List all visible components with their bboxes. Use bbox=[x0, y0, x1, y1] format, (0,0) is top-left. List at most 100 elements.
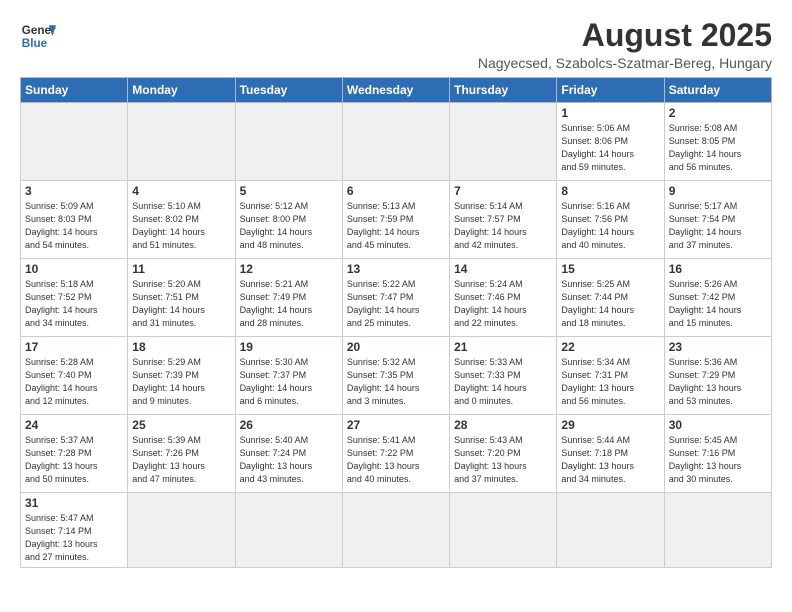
day-header-wednesday: Wednesday bbox=[342, 78, 449, 103]
calendar-cell: 29Sunrise: 5:44 AM Sunset: 7:18 PM Dayli… bbox=[557, 415, 664, 493]
day-info: Sunrise: 5:45 AM Sunset: 7:16 PM Dayligh… bbox=[669, 434, 767, 486]
day-number: 24 bbox=[25, 418, 123, 432]
calendar-cell: 27 Sunrise: 5:41 AM Sunset: 7:22 PM Dayli… bbox=[342, 415, 449, 493]
day-info: Sunrise: 5:37 AM Sunset: 7:28 PM Dayligh… bbox=[25, 434, 123, 486]
calendar-cell bbox=[342, 493, 449, 568]
week-row-1: 1 Sunrise: 5:06 AM Sunset: 8:06 PM Daylig… bbox=[21, 103, 772, 181]
day-info: Sunrise: 5:13 AM Sunset: 7:59 PM Dayligh… bbox=[347, 200, 445, 252]
day-info: Sunrise: 5:09 AM Sunset: 8:03 PM Dayligh… bbox=[25, 200, 123, 252]
day-number: 1 bbox=[561, 106, 659, 120]
day-header-tuesday: Tuesday bbox=[235, 78, 342, 103]
calendar-cell: 19Sunrise: 5:30 AM Sunset: 7:37 PM Dayli… bbox=[235, 337, 342, 415]
calendar-cell: 30Sunrise: 5:45 AM Sunset: 7:16 PM Dayli… bbox=[664, 415, 771, 493]
day-number: 31 bbox=[25, 496, 123, 510]
day-info: Sunrise: 5:12 AM Sunset: 8:00 PM Dayligh… bbox=[240, 200, 338, 252]
day-number: 6 bbox=[347, 184, 445, 198]
week-row-4: 17 Sunrise: 5:28 AM Sunset: 7:40 PM Dayli… bbox=[21, 337, 772, 415]
calendar-cell: 28Sunrise: 5:43 AM Sunset: 7:20 PM Dayli… bbox=[450, 415, 557, 493]
calendar-cell: 15 Sunrise: 5:25 AM Sunset: 7:44 PM Dayli… bbox=[557, 259, 664, 337]
day-number: 4 bbox=[132, 184, 230, 198]
logo-icon: General Blue bbox=[20, 18, 56, 54]
calendar-cell bbox=[235, 493, 342, 568]
calendar-cell: 21Sunrise: 5:33 AM Sunset: 7:33 PM Dayli… bbox=[450, 337, 557, 415]
calendar-cell bbox=[21, 103, 128, 181]
calendar-cell: 2Sunrise: 5:08 AM Sunset: 8:05 PM Daylig… bbox=[664, 103, 771, 181]
day-header-monday: Monday bbox=[128, 78, 235, 103]
calendar-cell bbox=[342, 103, 449, 181]
day-info: Sunrise: 5:29 AM Sunset: 7:39 PM Dayligh… bbox=[132, 356, 230, 408]
calendar-table: SundayMondayTuesdayWednesdayThursdayFrid… bbox=[20, 77, 772, 568]
calendar-cell: 4 Sunrise: 5:10 AM Sunset: 8:02 PM Daylig… bbox=[128, 181, 235, 259]
calendar-cell: 31 Sunrise: 5:47 AM Sunset: 7:14 PM Dayli… bbox=[21, 493, 128, 568]
calendar-cell: 8Sunrise: 5:16 AM Sunset: 7:56 PM Daylig… bbox=[557, 181, 664, 259]
calendar-cell: 25Sunrise: 5:39 AM Sunset: 7:26 PM Dayli… bbox=[128, 415, 235, 493]
day-info: Sunrise: 5:18 AM Sunset: 7:52 PM Dayligh… bbox=[25, 278, 123, 330]
day-info: Sunrise: 5:39 AM Sunset: 7:26 PM Dayligh… bbox=[132, 434, 230, 486]
calendar-cell: 11Sunrise: 5:20 AM Sunset: 7:51 PM Dayli… bbox=[128, 259, 235, 337]
day-number: 18 bbox=[132, 340, 230, 354]
day-info: Sunrise: 5:10 AM Sunset: 8:02 PM Dayligh… bbox=[132, 200, 230, 252]
day-info: Sunrise: 5:34 AM Sunset: 7:31 PM Dayligh… bbox=[561, 356, 659, 408]
calendar-subtitle: Nagyecsed, Szabolcs-Szatmar-Bereg, Hunga… bbox=[478, 55, 772, 71]
calendar-cell bbox=[128, 493, 235, 568]
day-number: 23 bbox=[669, 340, 767, 354]
calendar-cell bbox=[128, 103, 235, 181]
day-info: Sunrise: 5:17 AM Sunset: 7:54 PM Dayligh… bbox=[669, 200, 767, 252]
calendar-cell: 17 Sunrise: 5:28 AM Sunset: 7:40 PM Dayli… bbox=[21, 337, 128, 415]
week-row-3: 10 Sunrise: 5:18 AM Sunset: 7:52 PM Dayli… bbox=[21, 259, 772, 337]
calendar-cell: 6 Sunrise: 5:13 AM Sunset: 7:59 PM Daylig… bbox=[342, 181, 449, 259]
day-info: Sunrise: 5:25 AM Sunset: 7:44 PM Dayligh… bbox=[561, 278, 659, 330]
day-number: 26 bbox=[240, 418, 338, 432]
calendar-cell: 10 Sunrise: 5:18 AM Sunset: 7:52 PM Dayli… bbox=[21, 259, 128, 337]
calendar-cell bbox=[664, 493, 771, 568]
calendar-cell bbox=[450, 103, 557, 181]
calendar-page: General Blue August 2025 Nagyecsed, Szab… bbox=[0, 0, 792, 578]
calendar-cell: 5Sunrise: 5:12 AM Sunset: 8:00 PM Daylig… bbox=[235, 181, 342, 259]
days-header-row: SundayMondayTuesdayWednesdayThursdayFrid… bbox=[21, 78, 772, 103]
day-info: Sunrise: 5:28 AM Sunset: 7:40 PM Dayligh… bbox=[25, 356, 123, 408]
svg-text:Blue: Blue bbox=[22, 37, 48, 50]
title-block: August 2025 Nagyecsed, Szabolcs-Szatmar-… bbox=[478, 18, 772, 71]
day-info: Sunrise: 5:33 AM Sunset: 7:33 PM Dayligh… bbox=[454, 356, 552, 408]
day-info: Sunrise: 5:20 AM Sunset: 7:51 PM Dayligh… bbox=[132, 278, 230, 330]
day-number: 9 bbox=[669, 184, 767, 198]
day-info: Sunrise: 5:43 AM Sunset: 7:20 PM Dayligh… bbox=[454, 434, 552, 486]
day-info: Sunrise: 5:22 AM Sunset: 7:47 PM Dayligh… bbox=[347, 278, 445, 330]
calendar-cell: 23 Sunrise: 5:36 AM Sunset: 7:29 PM Dayli… bbox=[664, 337, 771, 415]
day-number: 14 bbox=[454, 262, 552, 276]
day-info: Sunrise: 5:26 AM Sunset: 7:42 PM Dayligh… bbox=[669, 278, 767, 330]
day-number: 22 bbox=[561, 340, 659, 354]
day-number: 13 bbox=[347, 262, 445, 276]
calendar-cell bbox=[557, 493, 664, 568]
day-header-friday: Friday bbox=[557, 78, 664, 103]
day-number: 12 bbox=[240, 262, 338, 276]
calendar-cell: 22 Sunrise: 5:34 AM Sunset: 7:31 PM Dayli… bbox=[557, 337, 664, 415]
day-number: 2 bbox=[669, 106, 767, 120]
day-info: Sunrise: 5:41 AM Sunset: 7:22 PM Dayligh… bbox=[347, 434, 445, 486]
day-info: Sunrise: 5:32 AM Sunset: 7:35 PM Dayligh… bbox=[347, 356, 445, 408]
day-number: 10 bbox=[25, 262, 123, 276]
day-number: 17 bbox=[25, 340, 123, 354]
calendar-cell: 18 Sunrise: 5:29 AM Sunset: 7:39 PM Dayli… bbox=[128, 337, 235, 415]
calendar-cell: 13 Sunrise: 5:22 AM Sunset: 7:47 PM Dayli… bbox=[342, 259, 449, 337]
calendar-cell: 14 Sunrise: 5:24 AM Sunset: 7:46 PM Dayli… bbox=[450, 259, 557, 337]
calendar-cell: 3 Sunrise: 5:09 AM Sunset: 8:03 PM Daylig… bbox=[21, 181, 128, 259]
logo: General Blue bbox=[20, 18, 56, 54]
calendar-title: August 2025 bbox=[478, 18, 772, 53]
day-number: 15 bbox=[561, 262, 659, 276]
day-number: 27 bbox=[347, 418, 445, 432]
calendar-cell: 24 Sunrise: 5:37 AM Sunset: 7:28 PM Dayli… bbox=[21, 415, 128, 493]
day-info: Sunrise: 5:36 AM Sunset: 7:29 PM Dayligh… bbox=[669, 356, 767, 408]
calendar-cell: 26Sunrise: 5:40 AM Sunset: 7:24 PM Dayli… bbox=[235, 415, 342, 493]
day-number: 29 bbox=[561, 418, 659, 432]
day-header-thursday: Thursday bbox=[450, 78, 557, 103]
day-header-sunday: Sunday bbox=[21, 78, 128, 103]
day-number: 20 bbox=[347, 340, 445, 354]
day-info: Sunrise: 5:24 AM Sunset: 7:46 PM Dayligh… bbox=[454, 278, 552, 330]
day-info: Sunrise: 5:47 AM Sunset: 7:14 PM Dayligh… bbox=[25, 512, 123, 564]
calendar-cell: 20 Sunrise: 5:32 AM Sunset: 7:35 PM Dayli… bbox=[342, 337, 449, 415]
day-number: 3 bbox=[25, 184, 123, 198]
day-info: Sunrise: 5:06 AM Sunset: 8:06 PM Dayligh… bbox=[561, 122, 659, 174]
calendar-cell bbox=[235, 103, 342, 181]
day-number: 8 bbox=[561, 184, 659, 198]
